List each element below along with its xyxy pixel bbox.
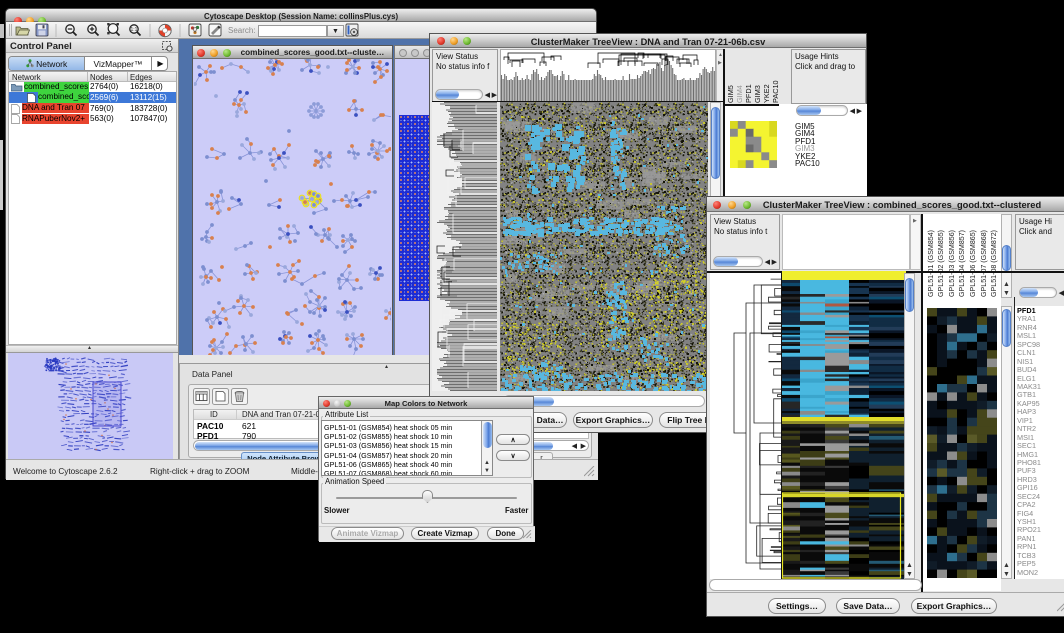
svg-text:1:1: 1:1 — [131, 27, 138, 33]
